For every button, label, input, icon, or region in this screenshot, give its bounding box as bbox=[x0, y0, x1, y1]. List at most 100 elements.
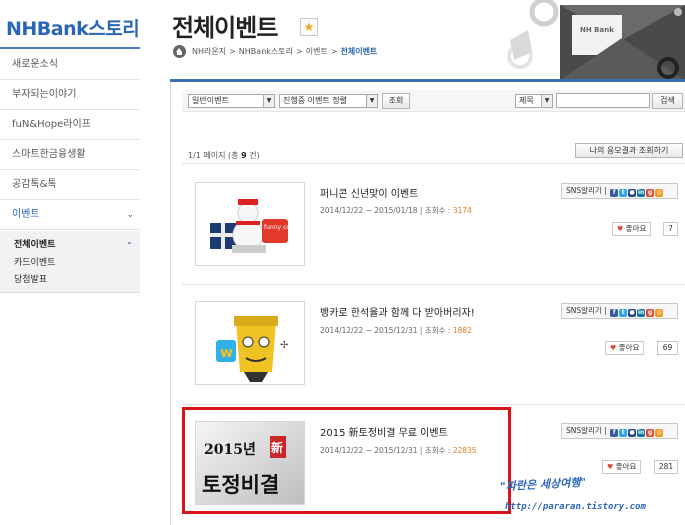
kakao-icon[interactable]: ● bbox=[628, 189, 637, 197]
event-period: 2014/12/22 ~ 2015/01/18 bbox=[320, 206, 418, 215]
linkedin-icon[interactable]: in bbox=[637, 429, 646, 437]
sns-share-bar: SNS알리기 | f t ● in g ◎ bbox=[561, 423, 678, 439]
star-icon: ★ bbox=[303, 20, 315, 34]
sidebar-subnav: 전체이벤트 ⌄ 카드이벤트 당첨발표 bbox=[0, 231, 140, 293]
sidebar-item-news[interactable]: 새로운소식 bbox=[0, 50, 140, 80]
heart-icon: ♥ bbox=[610, 344, 617, 352]
kakao-icon[interactable]: ● bbox=[628, 429, 637, 437]
sns-share-bar: SNS알리기 | f t ● in g ◎ bbox=[561, 183, 678, 199]
page-info-prefix: 1/1 페이지 (총 bbox=[188, 151, 239, 160]
funnycon-snowman-image: funny con bbox=[196, 183, 304, 265]
event-title-link[interactable]: 퍼니콘 신년맞이 이벤트 bbox=[320, 185, 418, 200]
subnav-item-label: 전체이벤트 bbox=[14, 240, 56, 250]
facebook-icon[interactable]: f bbox=[610, 429, 619, 437]
svg-text:w: w bbox=[220, 345, 233, 361]
breadcrumb-item[interactable]: NH라운지 bbox=[192, 47, 226, 56]
like-label: 좋아요 bbox=[615, 462, 637, 471]
like-count: 7 bbox=[663, 222, 678, 236]
like-button[interactable]: ♥ 좋아요 bbox=[612, 222, 652, 236]
sidebar-item-label: 이벤트 bbox=[12, 209, 40, 220]
event-type-select[interactable]: 일반이벤트 ▼ bbox=[188, 94, 275, 108]
list-divider bbox=[182, 284, 685, 285]
subnav-item-all-events[interactable]: 전체이벤트 ⌄ bbox=[14, 237, 133, 250]
twitter-icon[interactable]: t bbox=[619, 309, 628, 317]
event-meta: 2014/12/22 ~ 2015/12/31 | 조회수 : 1882 bbox=[320, 326, 472, 335]
sns-share-bar: SNS알리기 | f t ● in g ◎ bbox=[561, 303, 678, 319]
status-sort-select[interactable]: 진행중 이벤트 정렬 ▼ bbox=[279, 94, 378, 108]
thumb-text: funny con bbox=[264, 224, 294, 231]
sidebar-item-wealth[interactable]: 부자되는이야기 bbox=[0, 80, 140, 110]
search-field-select[interactable]: 제목 ▼ bbox=[515, 94, 553, 108]
subnav-item-winners[interactable]: 당첨발표 bbox=[14, 272, 47, 285]
views-label: 조회수 : bbox=[424, 326, 451, 335]
select-value: 진행중 이벤트 정렬 bbox=[283, 96, 347, 105]
sidebar-item-label: 부자되는이야기 bbox=[12, 89, 77, 100]
sidebar-item-label: 스마트한금융생활 bbox=[12, 149, 86, 160]
event-title-link[interactable]: 뱅카로 한석율과 함께 다 받아버리자! bbox=[320, 304, 475, 319]
sidebar-item-label: 공감톡&톡 bbox=[12, 179, 57, 190]
facebook-icon[interactable]: f bbox=[610, 309, 619, 317]
linkedin-icon[interactable]: in bbox=[637, 189, 646, 197]
kakao-icon[interactable]: ● bbox=[628, 309, 637, 317]
google-plus-icon[interactable]: g bbox=[646, 429, 655, 437]
breadcrumb-current: 전체이벤트 bbox=[340, 47, 378, 56]
chevron-down-icon: ⌄ bbox=[126, 237, 133, 246]
linkedin-icon[interactable]: in bbox=[637, 309, 646, 317]
my-entries-button[interactable]: 나의 응모결과 조회하기 bbox=[575, 143, 683, 158]
twitter-icon[interactable]: t bbox=[619, 189, 628, 197]
breadcrumb-item[interactable]: NHBank스토리 bbox=[239, 47, 293, 56]
like-label: 좋아요 bbox=[625, 224, 647, 233]
filter-search-button[interactable]: 조회 bbox=[382, 93, 410, 109]
like-count: 69 bbox=[657, 341, 678, 355]
google-plus-icon[interactable]: g bbox=[646, 309, 655, 317]
sidebar-item-events[interactable]: 이벤트 ⌄ bbox=[0, 200, 140, 230]
svg-text:✢: ✢ bbox=[280, 340, 288, 351]
list-divider bbox=[182, 163, 685, 164]
banka-character-image: w ✢ bbox=[196, 302, 304, 384]
twitter-icon[interactable]: t bbox=[619, 429, 628, 437]
event-thumbnail[interactable]: funny con bbox=[195, 182, 305, 266]
event-meta: 2014/12/22 ~ 2015/01/18 | 조회수 : 3174 bbox=[320, 206, 472, 215]
chevron-down-icon: ▼ bbox=[541, 95, 552, 107]
chevron-down-icon: ▼ bbox=[263, 95, 274, 107]
search-button[interactable]: 검색 bbox=[652, 93, 683, 109]
sns-label: SNS알리기 bbox=[566, 426, 602, 435]
sns-label: SNS알리기 bbox=[566, 186, 602, 195]
brand-title[interactable]: NHBank스토리 bbox=[6, 14, 140, 41]
sidebar-item-label: fuN&Hope라이프 bbox=[12, 119, 91, 130]
heart-icon: ♥ bbox=[617, 225, 624, 233]
list-divider bbox=[182, 404, 685, 405]
watermark-url: http://pararan.tistory.com bbox=[505, 502, 646, 512]
blog-icon[interactable]: ◎ bbox=[655, 309, 664, 317]
home-icon[interactable] bbox=[173, 45, 186, 58]
search-input[interactable] bbox=[556, 93, 650, 108]
views-label: 조회수 : bbox=[424, 206, 451, 215]
subnav-item-card-events[interactable]: 카드이벤트 bbox=[14, 255, 55, 268]
favorite-star-button[interactable]: ★ bbox=[300, 18, 318, 36]
header-decoration: NH Bank bbox=[500, 0, 685, 80]
sidebar-item-talk[interactable]: 공감톡&톡 bbox=[0, 170, 140, 200]
highlight-box bbox=[182, 407, 511, 514]
like-count: 281 bbox=[654, 460, 678, 474]
view-count: 3174 bbox=[452, 206, 472, 215]
total-count: 9 bbox=[241, 151, 247, 160]
breadcrumb: NH라운지 > NHBank스토리 > 이벤트 > 전체이벤트 bbox=[192, 47, 378, 56]
blog-icon[interactable]: ◎ bbox=[655, 189, 664, 197]
sidebar-item-fun-hope[interactable]: fuN&Hope라이프 bbox=[0, 110, 140, 140]
chevron-down-icon: ⌄ bbox=[126, 210, 134, 220]
breadcrumb-item[interactable]: 이벤트 bbox=[306, 47, 328, 56]
view-count: 1882 bbox=[452, 326, 472, 335]
facebook-icon[interactable]: f bbox=[610, 189, 619, 197]
like-label: 좋아요 bbox=[618, 343, 640, 352]
event-thumbnail[interactable]: w ✢ bbox=[195, 301, 305, 385]
like-button[interactable]: ♥ 좋아요 bbox=[605, 341, 645, 355]
select-value: 일반이벤트 bbox=[192, 96, 229, 105]
page-info-suffix: 건) bbox=[249, 151, 260, 160]
blog-icon[interactable]: ◎ bbox=[655, 429, 664, 437]
sidebar-item-smart-finance[interactable]: 스마트한금융생활 bbox=[0, 140, 140, 170]
brand-underline bbox=[0, 47, 140, 49]
google-plus-icon[interactable]: g bbox=[646, 189, 655, 197]
like-button[interactable]: ♥ 좋아요 bbox=[602, 460, 642, 474]
page-title: 전체이벤트 bbox=[172, 14, 278, 42]
select-value: 제목 bbox=[519, 96, 534, 105]
